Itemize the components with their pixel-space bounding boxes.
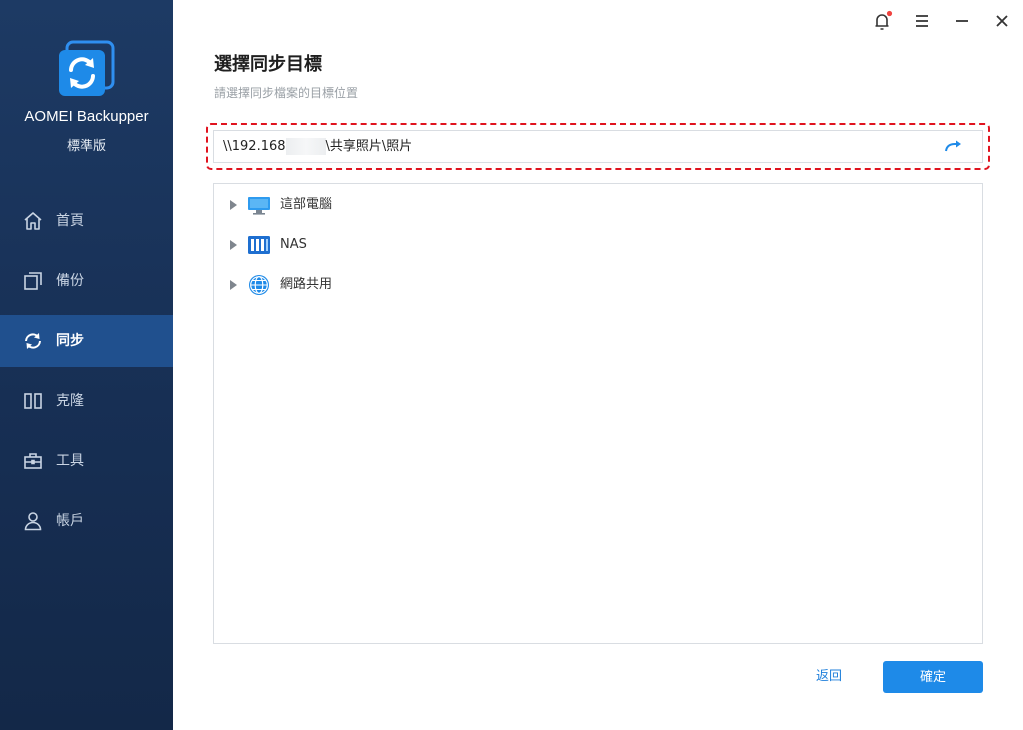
expand-caret-icon[interactable]: [230, 280, 237, 290]
expand-caret-icon[interactable]: [230, 200, 237, 210]
sync-icon: [23, 331, 43, 351]
close-button[interactable]: [989, 8, 1015, 34]
nav-label: 工具: [56, 453, 84, 469]
backup-icon: [23, 271, 43, 291]
ok-button[interactable]: 確定: [883, 661, 983, 693]
computer-icon: [247, 194, 271, 216]
notification-bell-button[interactable]: [869, 8, 895, 34]
tree-item-network-share[interactable]: 網路共用: [214, 270, 614, 300]
menu-icon: [916, 15, 928, 27]
tree-item-label: 這部電腦: [280, 197, 333, 212]
expand-caret-icon[interactable]: [230, 240, 237, 250]
bell-icon: [875, 10, 893, 30]
sidebar: AOMEI Backupper 標準版 首頁 備份 同步 克隆 工具 帳戶: [0, 0, 173, 730]
app-name: AOMEI Backupper: [24, 108, 149, 125]
tools-icon: [23, 451, 43, 471]
clone-icon: [23, 391, 43, 411]
minimize-button[interactable]: [949, 8, 975, 34]
menu-button[interactable]: [909, 8, 935, 34]
close-icon: [996, 15, 1008, 27]
page-subtitle: 請選擇同步檔案的目標位置: [214, 86, 359, 100]
nav-item-backup[interactable]: 備份: [0, 255, 173, 307]
nav-item-sync[interactable]: 同步: [0, 315, 173, 367]
location-tree: 這部電腦 NAS 網路共用: [213, 183, 983, 644]
nav-label: 帳戶: [56, 513, 84, 529]
nav-label: 同步: [56, 333, 84, 349]
user-icon: [23, 511, 43, 531]
path-prefix: \\192.168: [223, 139, 286, 154]
nav-label: 首頁: [56, 213, 84, 229]
minimize-icon: [956, 20, 968, 22]
app-edition: 標準版: [66, 139, 106, 154]
tree-item-this-pc[interactable]: 這部電腦: [214, 190, 614, 220]
nav-label: 備份: [56, 273, 84, 289]
home-icon: [23, 211, 43, 231]
network-share-icon: [247, 274, 271, 296]
nav-item-home[interactable]: 首頁: [0, 195, 173, 247]
page-title: 選擇同步目標: [214, 54, 322, 75]
nav-label: 克隆: [56, 393, 84, 409]
nav-item-clone[interactable]: 克隆: [0, 375, 173, 427]
arrow-right-icon: [945, 140, 961, 152]
tree-item-label: 網路共用: [280, 277, 333, 292]
tree-item-nas[interactable]: NAS: [214, 230, 614, 260]
nas-icon: [247, 234, 271, 256]
redacted-region: [285, 138, 326, 155]
app-logo-icon: [57, 40, 115, 98]
path-field[interactable]: \\192.168 \共享照片\照片: [213, 130, 983, 163]
go-button[interactable]: [944, 139, 962, 155]
nav-item-account[interactable]: 帳戶: [0, 495, 173, 547]
back-button[interactable]: 返回: [806, 667, 852, 687]
nav-item-tools[interactable]: 工具: [0, 435, 173, 487]
tree-item-label: NAS: [280, 237, 307, 252]
path-suffix: \共享照片\照片: [325, 139, 413, 154]
